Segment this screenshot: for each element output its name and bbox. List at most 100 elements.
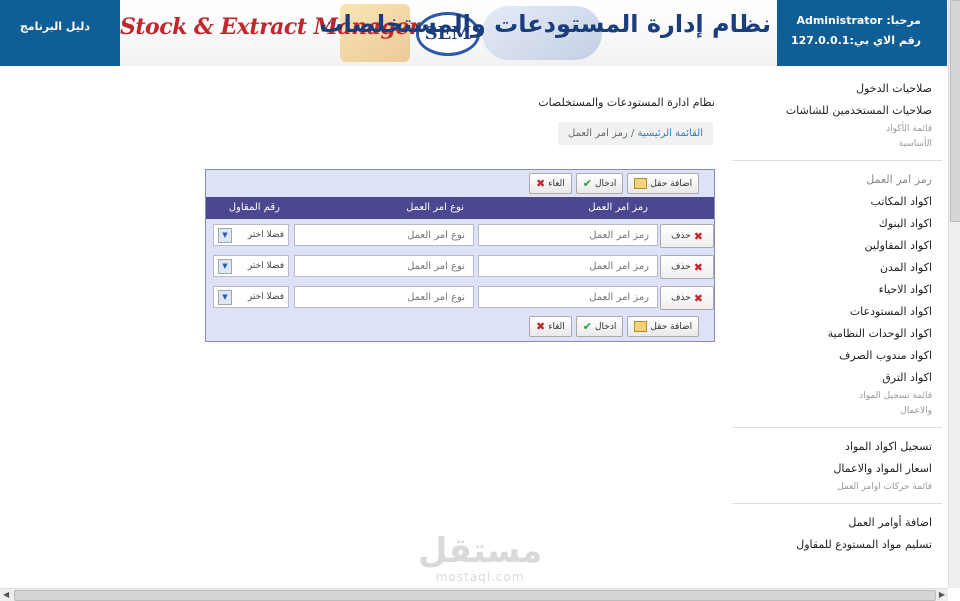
sidebar-item-contractors[interactable]: اكواد المقاولين bbox=[732, 235, 942, 257]
add-field-label: اضافة حقل bbox=[650, 321, 693, 332]
check-icon: ✔ bbox=[582, 320, 592, 333]
add-field-button[interactable]: اضافة حقل bbox=[627, 173, 700, 194]
add-field-button[interactable]: اضافة حقل bbox=[627, 316, 700, 337]
watermark-arabic: مستقل bbox=[418, 531, 543, 571]
delete-row-button[interactable]: ✖ حذف bbox=[660, 224, 714, 248]
table-row: ✖ حذف فضلا اختر ▼ bbox=[206, 252, 714, 279]
delete-label: حذف bbox=[671, 262, 691, 272]
contractor-select-value: فضلا اختر bbox=[247, 230, 284, 240]
sidebar-item-work-order-code[interactable]: رمز امر العمل bbox=[732, 169, 942, 191]
program-guide-link[interactable]: دليل البرنامج bbox=[0, 0, 120, 66]
sidebar-item-user-screen-permissions[interactable]: صلاحيات المستخدمين للشاشات bbox=[732, 100, 942, 122]
work-order-type-input[interactable] bbox=[294, 286, 474, 308]
chevron-down-icon[interactable]: ▼ bbox=[218, 289, 232, 305]
work-order-code-input[interactable] bbox=[478, 255, 658, 277]
sidebar-item-warehouses[interactable]: اكواد المستودعات bbox=[732, 301, 942, 323]
horizontal-scrollbar[interactable]: ◀ ▶ bbox=[0, 588, 948, 601]
work-order-code-input[interactable] bbox=[478, 286, 658, 308]
horizontal-scroll-thumb[interactable] bbox=[14, 590, 936, 601]
table-header: رمز امر العمل نوع امر العمل رقم المقاول bbox=[206, 197, 714, 219]
sidebar-nav: صلاحيات الدخول صلاحيات المستخدمين للشاشا… bbox=[732, 78, 942, 556]
add-folder-icon bbox=[634, 178, 648, 189]
add-field-label: اضافة حقل bbox=[650, 178, 693, 189]
scroll-left-icon[interactable]: ◀ bbox=[3, 590, 9, 599]
sidebar-item-offices[interactable]: اكواد المكاتب bbox=[732, 191, 942, 213]
add-folder-icon bbox=[634, 321, 648, 332]
page-title: نظام ادارة المستودعات والمستخلصات bbox=[538, 96, 715, 109]
sidebar-item-register-material-codes[interactable]: تسجيل اكواد المواد bbox=[732, 436, 942, 458]
header-code: رمز امر العمل bbox=[588, 202, 648, 213]
contractor-select-value: فضلا اختر bbox=[247, 292, 284, 302]
close-icon: ✖ bbox=[536, 320, 546, 333]
program-guide-label[interactable]: دليل البرنامج bbox=[20, 20, 90, 33]
vertical-scroll-thumb[interactable] bbox=[950, 0, 960, 222]
scroll-right-icon[interactable]: ▶ bbox=[939, 590, 945, 599]
breadcrumb: القائمة الرئيسية / رمز امر العمل bbox=[558, 122, 713, 145]
delete-label: حذف bbox=[671, 293, 691, 303]
contractor-select[interactable]: فضلا اختر ▼ bbox=[213, 286, 289, 308]
cancel-label: الغاء bbox=[548, 178, 565, 189]
cancel-button[interactable]: ✖ الغاء bbox=[529, 316, 572, 337]
breadcrumb-separator: / bbox=[630, 128, 635, 139]
save-label: ادخال bbox=[595, 178, 617, 189]
chevron-down-icon[interactable]: ▼ bbox=[218, 258, 232, 274]
sidebar-section-heading: قائمة حركات اوامر العمل bbox=[837, 482, 932, 492]
header-contractor: رقم المقاول bbox=[228, 202, 280, 213]
save-button[interactable]: ✔ ادخال bbox=[575, 173, 624, 194]
work-order-code-form: ✖ الغاء ✔ ادخال اضافة حقل رمز امر العمل … bbox=[205, 169, 715, 342]
header-type: نوع امر العمل bbox=[406, 202, 464, 213]
save-button[interactable]: ✔ ادخال bbox=[575, 316, 624, 337]
sidebar-item-disbursement-reps[interactable]: اكواد مندوب الصرف bbox=[732, 345, 942, 367]
contractor-select[interactable]: فضلا اختر ▼ bbox=[213, 255, 289, 277]
breadcrumb-home[interactable]: القائمة الرئيسية bbox=[638, 128, 703, 139]
close-icon: ✖ bbox=[693, 229, 703, 243]
sidebar-section-heading: قائمة الأكواد bbox=[886, 124, 932, 134]
watermark-url: mostaql.com bbox=[435, 570, 525, 584]
sidebar-item-banks[interactable]: اكواد البنوك bbox=[732, 213, 942, 235]
sidebar-divider bbox=[732, 427, 942, 428]
sidebar-item-material-prices[interactable]: اسعار المواد والاعمال bbox=[732, 458, 942, 480]
sidebar-section-heading: قائمة تسجيل المواد bbox=[859, 391, 932, 401]
contractor-select-value: فضلا اختر bbox=[247, 261, 284, 271]
work-order-type-input[interactable] bbox=[294, 224, 474, 246]
app-banner: Stock & Extract Management SEM نظام إدار… bbox=[120, 0, 777, 66]
delete-label: حذف bbox=[671, 231, 691, 241]
sidebar-item-deliver-materials[interactable]: تسليم مواد المستودع للمقاول bbox=[732, 534, 942, 556]
close-icon: ✖ bbox=[693, 260, 703, 274]
save-label: ادخال bbox=[595, 321, 617, 332]
contractor-select[interactable]: فضلا اختر ▼ bbox=[213, 224, 289, 246]
sidebar-section-heading: والاعمال bbox=[900, 406, 932, 416]
delete-row-button[interactable]: ✖ حذف bbox=[660, 255, 714, 279]
app-header: دليل البرنامج Stock & Extract Management… bbox=[0, 0, 960, 66]
close-icon: ✖ bbox=[536, 177, 546, 190]
bottom-toolbar: ✖ الغاء ✔ ادخال اضافة حقل bbox=[529, 316, 700, 337]
cancel-label: الغاء bbox=[548, 321, 565, 332]
table-row: ✖ حذف فضلا اختر ▼ bbox=[206, 283, 714, 310]
sidebar-divider bbox=[732, 503, 942, 504]
header-actions bbox=[658, 197, 714, 219]
check-icon: ✔ bbox=[582, 177, 592, 190]
sidebar-item-add-work-orders[interactable]: اضافة أوامر العمل bbox=[732, 512, 942, 534]
sidebar-divider bbox=[732, 160, 942, 161]
vertical-scrollbar[interactable] bbox=[948, 0, 960, 588]
work-order-type-input[interactable] bbox=[294, 255, 474, 277]
ip-text: رقم الاي بي:127.0.0.1 bbox=[791, 34, 921, 47]
chevron-down-icon[interactable]: ▼ bbox=[218, 227, 232, 243]
sidebar-item-units[interactable]: اكواد الوحدات النظامية bbox=[732, 323, 942, 345]
banner-arabic-title: نظام إدارة المستودعات والمستخلصات bbox=[319, 10, 771, 38]
watermark: مستقل mostaql.com bbox=[418, 532, 542, 584]
close-icon: ✖ bbox=[693, 291, 703, 305]
sidebar-item-streets[interactable]: اكواد الترق bbox=[732, 367, 942, 389]
work-order-code-input[interactable] bbox=[478, 224, 658, 246]
delete-row-button[interactable]: ✖ حذف bbox=[660, 286, 714, 310]
sidebar-item-districts[interactable]: اكواد الاحياء bbox=[732, 279, 942, 301]
cancel-button[interactable]: ✖ الغاء bbox=[529, 173, 572, 194]
user-info: مرحبا: Administrator رقم الاي بي:127.0.0… bbox=[777, 0, 947, 66]
table-row: ✖ حذف فضلا اختر ▼ bbox=[206, 221, 714, 248]
sidebar-item-cities[interactable]: اكواد المدن bbox=[732, 257, 942, 279]
sidebar-section-heading: الأساسية bbox=[898, 139, 932, 149]
breadcrumb-current: رمز امر العمل bbox=[568, 128, 628, 139]
sidebar-item-login-permissions[interactable]: صلاحيات الدخول bbox=[732, 78, 942, 100]
welcome-text: مرحبا: Administrator bbox=[796, 14, 921, 27]
top-toolbar: ✖ الغاء ✔ ادخال اضافة حقل bbox=[529, 173, 700, 194]
